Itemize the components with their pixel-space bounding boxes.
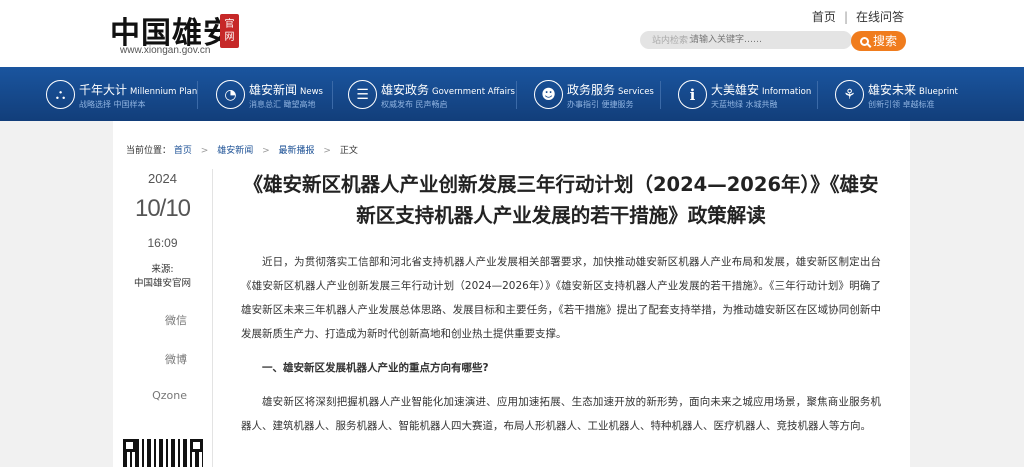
publish-year: 2024: [148, 171, 177, 186]
logo-url: www.xiongan.gov.cn: [120, 45, 211, 56]
home-link[interactable]: 首页: [812, 10, 836, 24]
qr-corner: [190, 439, 203, 452]
logo-seal: 官网: [220, 14, 239, 48]
news-icon: ◔: [216, 80, 245, 109]
nav-divider: [332, 81, 333, 109]
nav-title: 千年大计 Millennium Plan: [79, 81, 197, 98]
source-label: 来源:: [151, 264, 174, 275]
nav-title-en: News: [300, 87, 323, 97]
nav-subtitle: 天蓝地绿 水城共融: [711, 100, 778, 109]
nav-title-cn: 雄安未来: [868, 83, 917, 97]
breadcrumb-separator: >: [262, 146, 270, 156]
nav-title-cn: 大美雄安: [711, 83, 760, 97]
nav-title-cn: 千年大计: [79, 83, 128, 97]
nav-divider: [516, 81, 517, 109]
share-qzone-button[interactable]: Qzone: [113, 389, 187, 402]
breadcrumb-current: 正文: [339, 146, 358, 156]
sidebar-divider: [212, 169, 213, 467]
nav-title-en: Services: [618, 87, 654, 97]
nav-title-en: Information: [762, 87, 812, 97]
article-paragraph: 近日，为贯彻落实工信部和河北省支持机器人产业发展相关部署要求，加快推动雄安新区机…: [241, 256, 881, 340]
nav-subtitle: 战略选择 中国样本: [79, 100, 146, 109]
main-nav: ⛬ 千年大计 Millennium Plan 战略选择 中国样本 ◔ 雄安新闻 Ne…: [0, 67, 1024, 121]
nav-title: 大美雄安 Information: [711, 81, 811, 98]
breadcrumb-label: 当前位置：: [126, 146, 172, 156]
article-subheading: 一、雄安新区发展机器人产业的重点方向有哪些?: [262, 362, 489, 374]
publish-time: 16:09: [147, 236, 178, 250]
nav-title: 雄安未来 Blueprint: [868, 81, 958, 98]
nav-subtitle: 权威发布 民声畅启: [381, 100, 448, 109]
nav-title-cn: 雄安政务: [381, 83, 430, 97]
breadcrumb-separator: >: [323, 146, 331, 156]
article-paragraph: 雄安新区将深刻把握机器人产业智能化加速演进、应用加速拓展、生态加速开放的新形势，…: [241, 396, 881, 432]
share-wechat-button[interactable]: 微信: [113, 312, 187, 328]
publish-date: 10/10: [134, 195, 191, 222]
qr-code: [123, 439, 203, 467]
nav-title-en: Millennium Plan: [130, 87, 198, 97]
search-box: 站内检索：: [640, 31, 852, 49]
nav-divider: [197, 81, 198, 109]
article-title: 《雄安新区机器人产业创新发展三年行动计划（2024—2026年）》《雄安新区支持…: [243, 173, 879, 227]
content-panel: 当前位置： 首页 > 雄安新闻 > 最新播报 > 正文 2024 10/10 1…: [113, 121, 910, 467]
nav-subtitle: 创新引领 卓越标准: [868, 100, 935, 109]
consult-link[interactable]: 在线问答: [856, 10, 904, 24]
breadcrumb-latest[interactable]: 最新播报: [279, 146, 315, 156]
search-button[interactable]: 搜索: [851, 31, 906, 51]
nav-divider: [660, 81, 661, 109]
nav-title-en: Government Affairs: [432, 87, 515, 97]
nav-title: 雄安政务 Government Affairs: [381, 81, 515, 98]
site-header: 中国雄安 官网 www.xiongan.gov.cn 首页 | 在线问答 站内检索：…: [0, 0, 1024, 67]
nav-divider: [817, 81, 818, 109]
breadcrumb-home[interactable]: 首页: [174, 146, 192, 156]
nav-subtitle: 消息总汇 瞰望高地: [249, 100, 316, 109]
top-links: 首页 | 在线问答: [812, 8, 904, 25]
nav-title-cn: 政务服务: [567, 83, 616, 97]
search-button-label: 搜索: [872, 34, 897, 48]
nav-title: 雄安新闻 News: [249, 81, 323, 98]
link-separator: |: [843, 10, 848, 24]
blueprint-icon: ⚘: [835, 80, 864, 109]
millennium-icon: ⛬: [46, 80, 75, 109]
info-icon: i: [678, 80, 707, 109]
breadcrumb-separator: >: [200, 146, 209, 156]
breadcrumb-news[interactable]: 雄安新闻: [217, 146, 253, 156]
chat-icon: ☰: [348, 80, 377, 109]
nav-subtitle: 办事指引 便捷服务: [567, 100, 634, 109]
share-weibo-button[interactable]: 微博: [113, 351, 187, 367]
user-icon: ☻: [534, 80, 563, 109]
source-name: 中国雄安官网: [133, 278, 191, 289]
qr-corner: [123, 439, 136, 452]
nav-title-en: Blueprint: [919, 87, 958, 97]
nav-title-cn: 雄安新闻: [249, 83, 298, 97]
search-input[interactable]: [690, 32, 840, 48]
breadcrumb: 当前位置： 首页 > 雄安新闻 > 最新播报 > 正文: [126, 143, 358, 156]
nav-title: 政务服务 Services: [567, 81, 654, 98]
search-icon: [859, 37, 869, 46]
